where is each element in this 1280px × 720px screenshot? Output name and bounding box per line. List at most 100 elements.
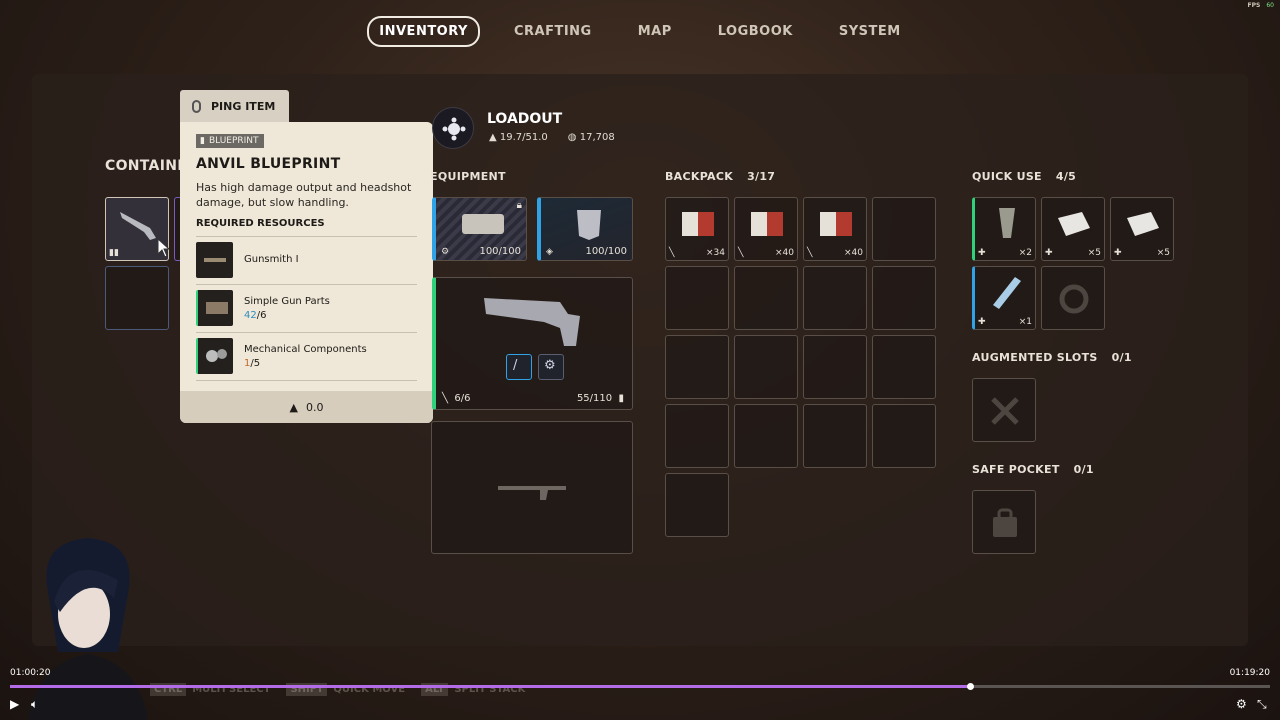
backpack-slot[interactable]: ╲ ×40 (734, 197, 798, 261)
plus-icon: ✚ (1045, 248, 1053, 258)
ping-label: PING ITEM (211, 99, 276, 113)
bullet-icon: ╲ (807, 248, 813, 258)
quick-use-slot[interactable]: ✚ ×5 (1110, 197, 1174, 261)
tab-inventory[interactable]: INVENTORY (367, 16, 480, 47)
play-icon[interactable]: ▶ (10, 697, 19, 711)
plus-icon: ✚ (1114, 248, 1122, 258)
tools-icon (991, 397, 1019, 425)
backpack-slot[interactable] (734, 404, 798, 468)
backpack-slot[interactable] (665, 266, 729, 330)
video-progress-bar[interactable] (10, 683, 1270, 690)
ammo-count: ╲ 6/6 (442, 393, 471, 404)
backpack-label: BACKPACK 3/17 (665, 170, 776, 183)
gear-icon: ⚙ (544, 358, 556, 373)
backpack-slot[interactable] (803, 335, 867, 399)
backpack-slot[interactable] (734, 335, 798, 399)
augmented-slots-label: AUGMENTED SLOTS 0/1 (972, 351, 1132, 364)
bandage-icon (1058, 212, 1090, 236)
backpack-slot[interactable] (734, 266, 798, 330)
quick-use-slot[interactable]: ✚ ×2 (972, 197, 1036, 261)
bullet-icon: ╲ (738, 248, 744, 258)
resource-row: Mechanical Components 1/5 (196, 334, 417, 378)
quick-use-slot[interactable]: ✚ ×5 (1041, 197, 1105, 261)
blueprint-badge: ▮ BLUEPRINT (196, 134, 264, 148)
divider (196, 236, 417, 237)
shield-durability: 100/100 (585, 246, 627, 257)
tooltip-title: ANVIL BLUEPRINT (196, 156, 341, 172)
ammo-box-icon (820, 212, 852, 236)
resource-name: Gunsmith I (244, 254, 299, 265)
bandage-icon (1127, 212, 1159, 236)
coin-icon: ◍ (567, 132, 577, 143)
shield-slot[interactable]: ◈ 100/100 (537, 197, 633, 261)
augment-type-icon: ⚙ (441, 247, 450, 257)
weapon-durability: 55/110 ▮ (576, 393, 624, 404)
ammo-box-icon (682, 212, 714, 236)
backpack-slot[interactable] (665, 404, 729, 468)
backpack-slot[interactable]: ╲ ×34 (665, 197, 729, 261)
container-slot[interactable] (105, 266, 169, 330)
bullet-icon: ╲ (669, 248, 675, 258)
shield-type-icon: ◈ (546, 247, 553, 257)
backpack-slot[interactable] (872, 335, 936, 399)
backpack-slot[interactable] (872, 404, 936, 468)
coins-stat: ◍ 17,708 (567, 132, 615, 143)
item-tooltip: ▮ BLUEPRINT ANVIL BLUEPRINT Has high dam… (180, 122, 433, 423)
backpack-slot[interactable] (803, 404, 867, 468)
tooltip-weight: ▲ 0.0 (180, 391, 433, 423)
quick-use-slot-empty[interactable] (1041, 266, 1105, 330)
tab-map[interactable]: MAP (626, 16, 684, 47)
divider (196, 332, 417, 333)
plus-icon: ✚ (978, 317, 986, 327)
augment-durability: 100/100 (479, 246, 521, 257)
augment-icon (462, 214, 504, 234)
weight-icon: ▲ (489, 132, 497, 143)
divider (196, 380, 417, 381)
quick-use-slot[interactable]: ✚ ×1 (972, 266, 1036, 330)
safe-pocket-slot[interactable] (972, 490, 1036, 554)
resource-row: Simple Gun Parts 42/6 (196, 286, 417, 330)
backpack-slot[interactable] (803, 266, 867, 330)
video-total-time: 01:19:20 (1229, 668, 1270, 678)
gunsmith-icon (196, 242, 233, 278)
video-scrubber[interactable] (967, 683, 975, 690)
weight-icon: ▲ (289, 400, 298, 414)
quick-use-label: QUICK USE 4/5 (972, 170, 1077, 183)
top-nav: INVENTORY CRAFTING MAP LOGBOOK SYSTEM (0, 16, 1280, 47)
equipment-label: EQUIPMENT (430, 170, 506, 183)
tab-crafting[interactable]: CRAFTING (502, 16, 604, 47)
bullet-icon: ╲ (442, 393, 449, 404)
mouse-icon (192, 99, 201, 113)
safe-pocket-label: SAFE POCKET 0/1 (972, 463, 1094, 476)
augmented-slot[interactable] (972, 378, 1036, 442)
ping-item-button[interactable]: PING ITEM (180, 90, 289, 122)
attachment-slot-barrel[interactable]: / (506, 354, 532, 380)
attachment-slot-mag[interactable]: ⚙ (538, 354, 564, 380)
volume-icon[interactable]: 🔈︎ (31, 697, 38, 712)
backpack-slot[interactable] (665, 473, 729, 537)
resource-name: Mechanical Components (244, 344, 367, 355)
backpack-slot[interactable] (665, 335, 729, 399)
backpack-slot[interactable]: ╲ ×40 (803, 197, 867, 261)
revolver-icon (120, 212, 156, 240)
fullscreen-exit-icon[interactable]: ⤡ (1257, 697, 1267, 712)
plus-icon: ✚ (978, 248, 986, 258)
loadout-icon (432, 107, 474, 149)
backpack-slot[interactable] (872, 197, 936, 261)
resource-name: Simple Gun Parts (244, 296, 330, 307)
video-progress-fill (10, 685, 971, 688)
backpack-slot[interactable] (872, 266, 936, 330)
revolver-icon (484, 298, 580, 346)
tab-system[interactable]: SYSTEM (827, 16, 913, 47)
resource-row: Gunsmith I (196, 238, 417, 282)
fps-counter: FPS 60 (1247, 2, 1274, 9)
weight-stat: ▲ 19.7/51.0 (489, 132, 548, 143)
settings-icon[interactable]: ⚙ (1236, 697, 1247, 711)
weapon-slot-primary[interactable]: / ⚙ ╲ 6/6 55/110 ▮ (432, 277, 633, 410)
gun-parts-icon (196, 290, 233, 326)
ring-icon (1059, 284, 1089, 314)
weapon-slot-secondary[interactable] (431, 421, 633, 554)
resource-amount: 42/6 (244, 310, 267, 321)
tab-logbook[interactable]: LOGBOOK (706, 16, 805, 47)
augment-slot[interactable]: 🔒︎ ⚙ 100/100 (432, 197, 527, 261)
